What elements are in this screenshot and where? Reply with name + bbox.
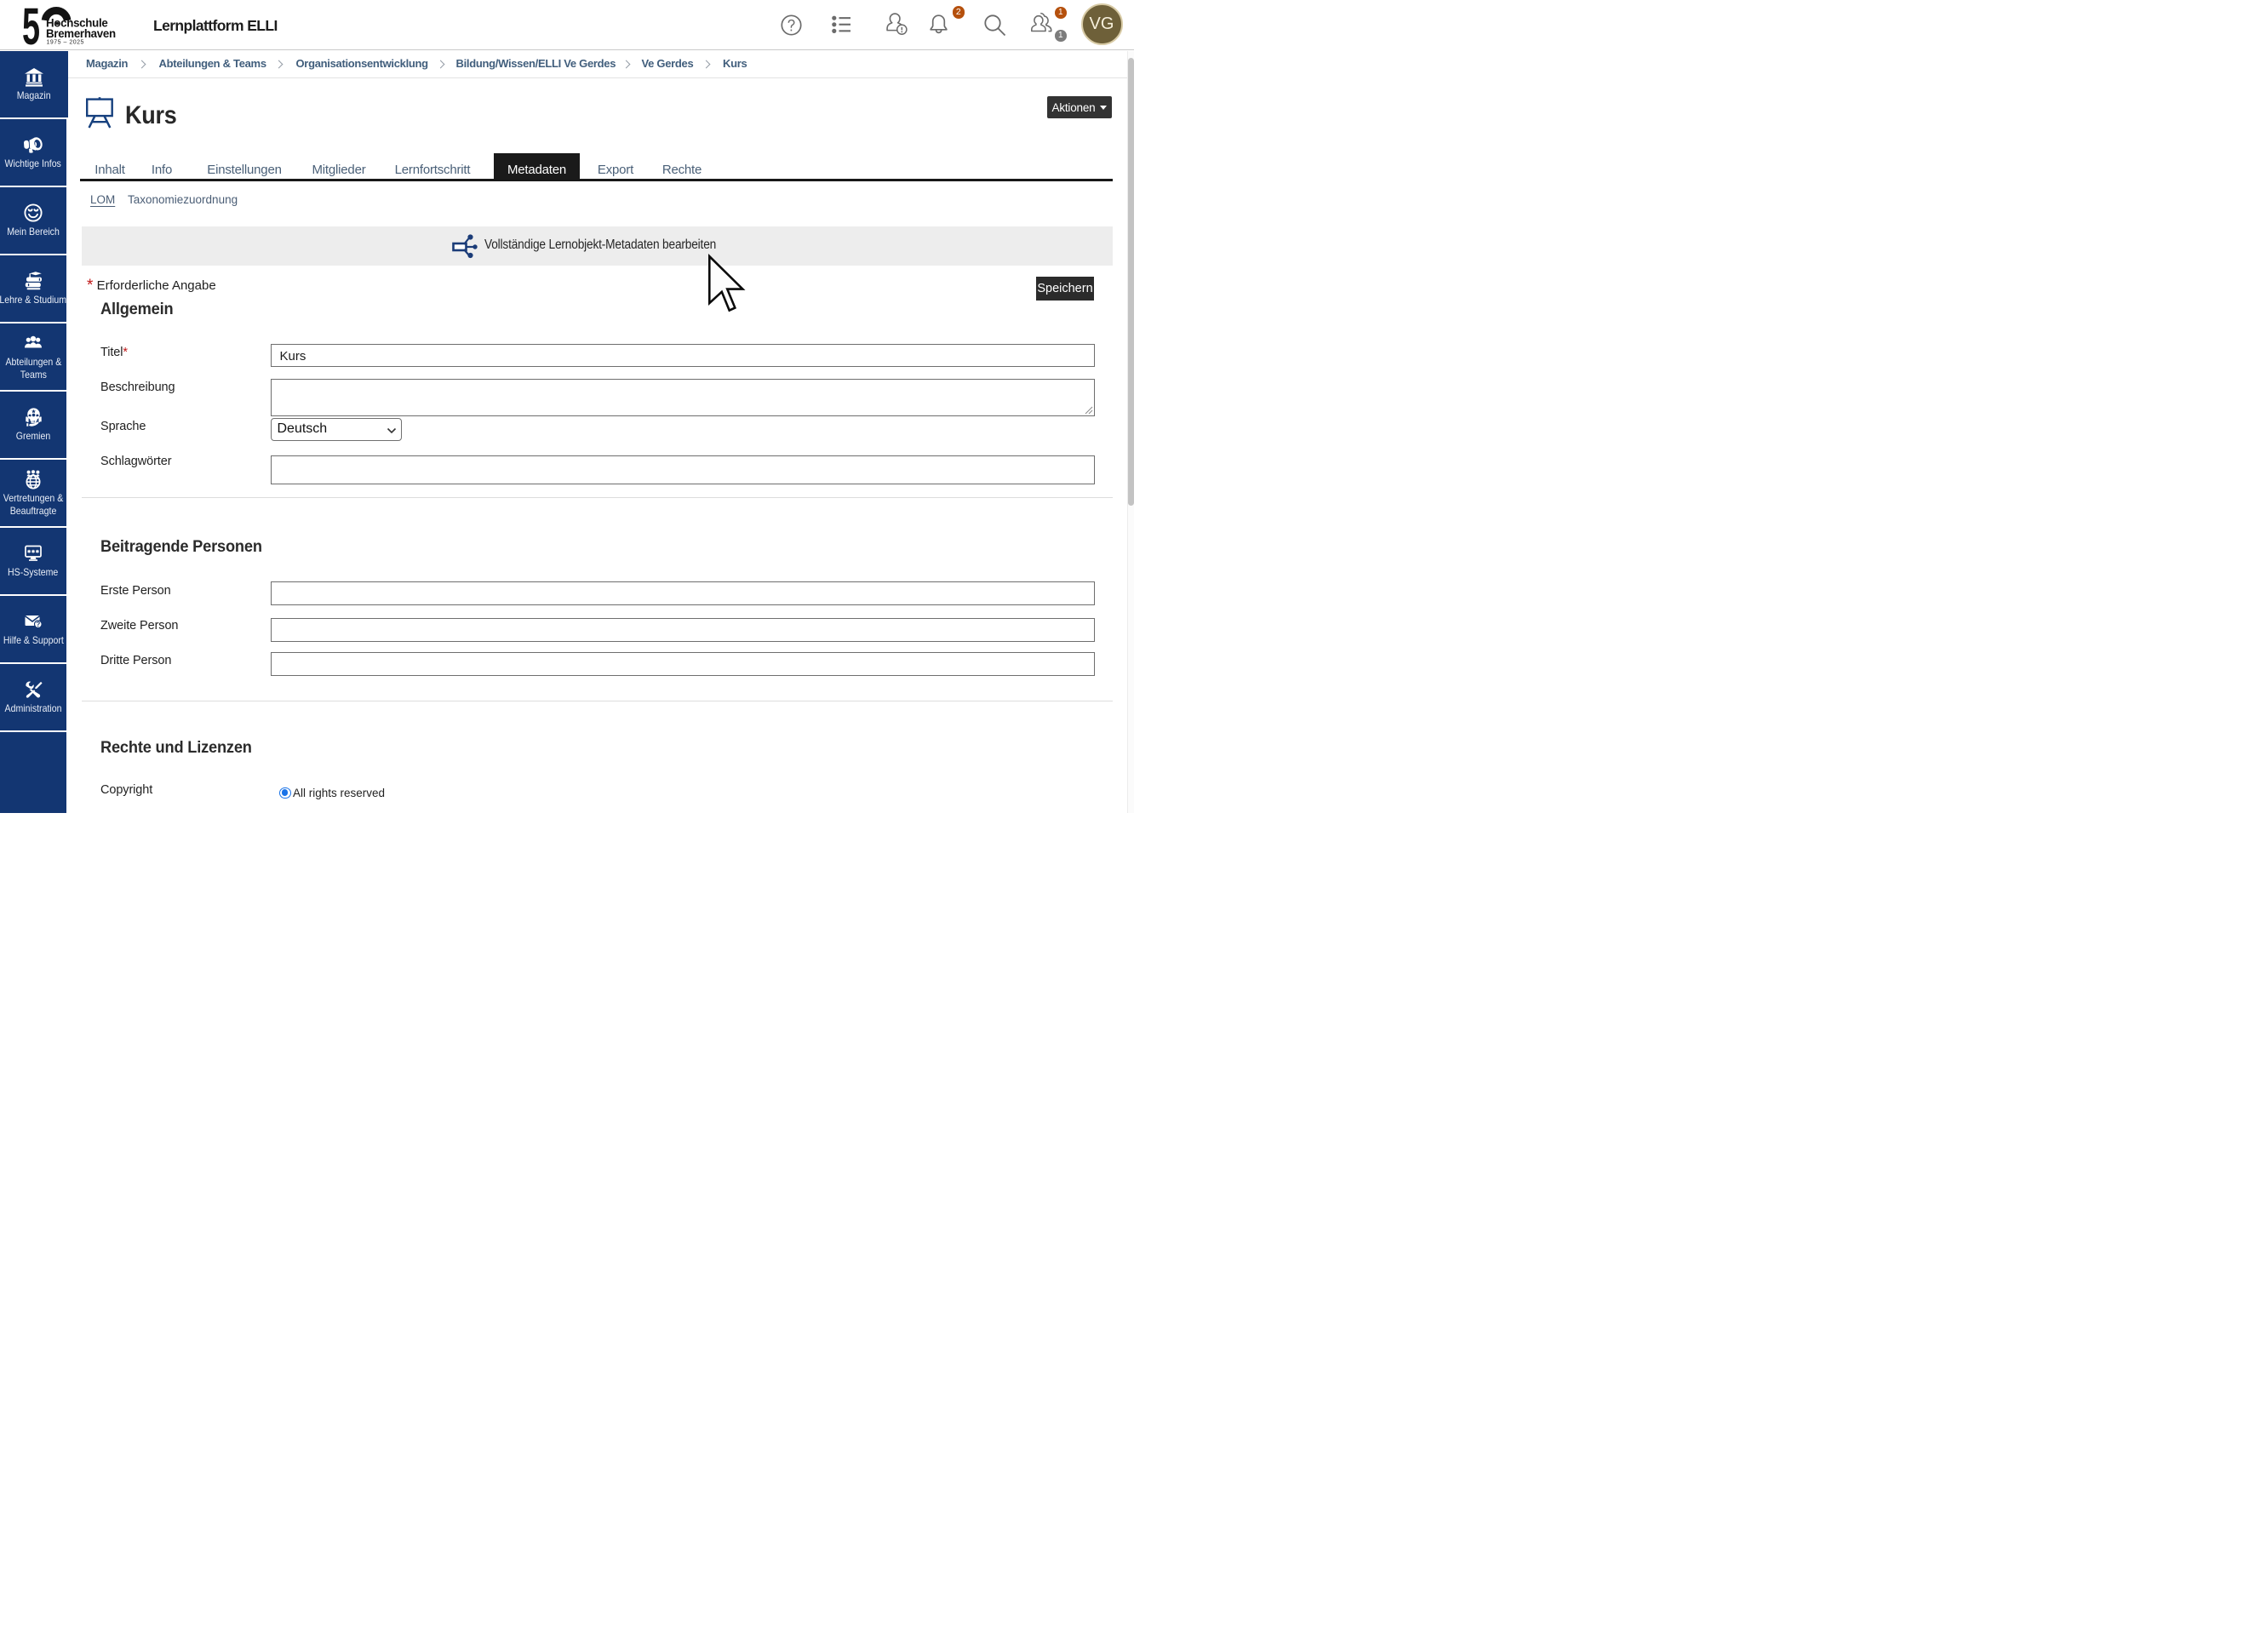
svg-text:5: 5 bbox=[22, 7, 40, 48]
svg-text:Bremerhaven: Bremerhaven bbox=[46, 27, 116, 40]
svg-text:1975 – 2025: 1975 – 2025 bbox=[47, 40, 84, 46]
svg-text:?: ? bbox=[36, 621, 40, 628]
